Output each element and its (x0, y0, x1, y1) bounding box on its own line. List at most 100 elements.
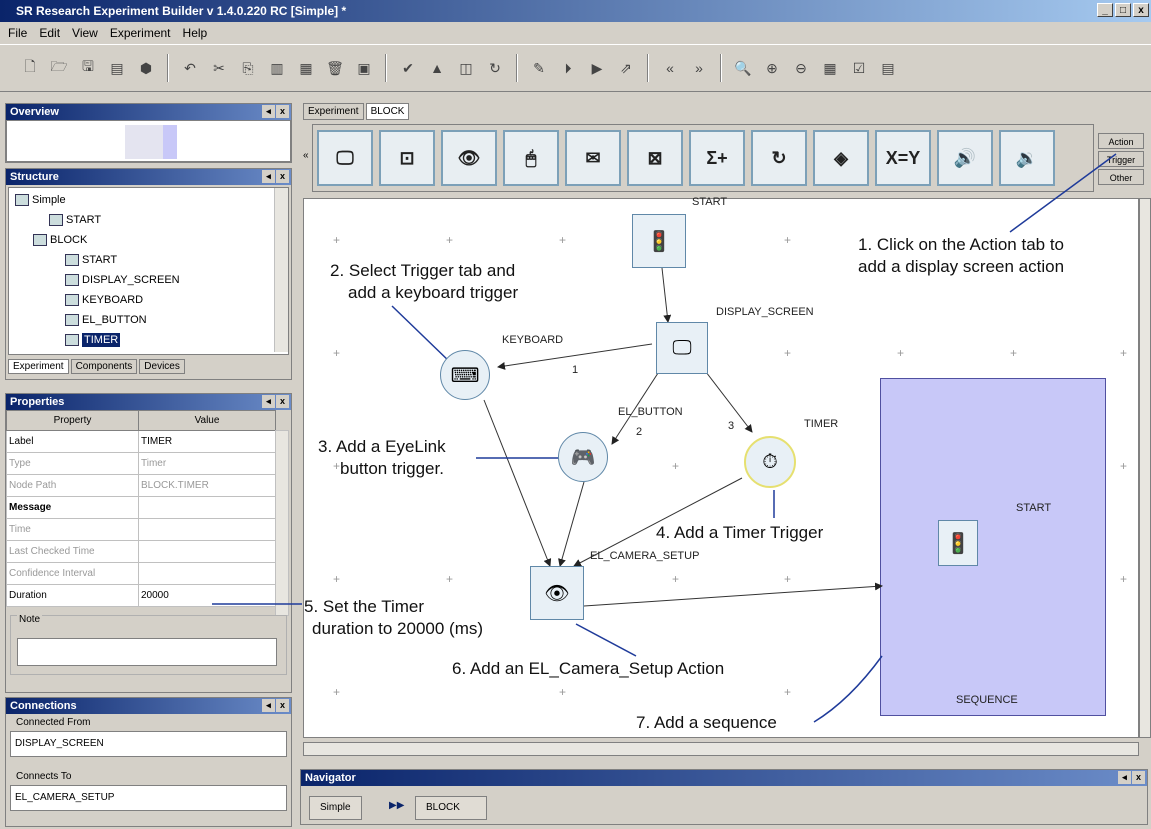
properties-scrollbar[interactable] (275, 430, 289, 616)
back-icon[interactable]: « (658, 56, 682, 80)
navigator-crumb-simple[interactable]: Simple (309, 796, 362, 820)
grid-icon[interactable]: ▦ (818, 56, 842, 80)
minimize-button[interactable]: _ (1097, 3, 1113, 17)
play-sound-icon[interactable]: 🔊 (937, 130, 993, 186)
property-value[interactable]: 20000 (138, 584, 276, 607)
package-icon[interactable]: ⬢ (134, 56, 158, 80)
display-screen-node[interactable]: 🖵 (656, 322, 708, 374)
navigator-crumb-block[interactable]: BLOCK (415, 796, 487, 820)
table-row[interactable]: Type Timer (6, 452, 276, 475)
timer-node[interactable]: ⏱ (744, 436, 796, 488)
error-message-icon[interactable]: ⊠ (627, 130, 683, 186)
mouse-icon[interactable]: 🖱 (503, 130, 559, 186)
play-icon[interactable]: ▶ (585, 56, 609, 80)
tree-item-simple[interactable]: Simple (9, 190, 288, 210)
keyboard-node[interactable]: ⌨ (440, 350, 490, 400)
new-file-icon[interactable]: 🗋 (18, 56, 42, 80)
update-attribute-icon[interactable]: X=Y (875, 130, 931, 186)
connects-to-field[interactable]: EL_CAMERA_SETUP (10, 785, 287, 811)
save-icon[interactable]: 🖫 (76, 56, 100, 80)
tab-devices[interactable]: Devices (139, 359, 185, 374)
tree-item-block[interactable]: BLOCK (9, 230, 288, 250)
tree-item-start[interactable]: START (9, 210, 288, 230)
deploy-icon[interactable]: ⇗ (614, 56, 638, 80)
forward-icon[interactable]: » (687, 56, 711, 80)
tab-experiment-graph[interactable]: Experiment (303, 103, 364, 120)
checklist-icon[interactable]: ☑ (847, 56, 871, 80)
dock-icon[interactable]: ◂ (262, 170, 275, 183)
close-button[interactable]: x (1133, 3, 1149, 17)
tree-item-block-start[interactable]: START (9, 250, 288, 270)
menu-file[interactable]: File (8, 22, 27, 44)
dock-icon[interactable]: ◂ (262, 699, 275, 712)
table-row[interactable]: Time (6, 518, 276, 541)
tree-item-timer[interactable]: TIMER (9, 330, 288, 350)
sequence-node[interactable] (880, 378, 1106, 716)
panel-close-icon[interactable]: x (276, 170, 289, 183)
open-folder-icon[interactable]: 🗁 (47, 56, 71, 80)
delete-icon[interactable]: 🗑 (323, 56, 347, 80)
table-row[interactable]: Duration 20000 (6, 584, 276, 607)
clean-icon[interactable]: ↻ (483, 56, 507, 80)
canvas-horizontal-scrollbar[interactable] (303, 742, 1139, 756)
canvas-vertical-scrollbar[interactable] (1139, 198, 1151, 738)
tab-block-graph[interactable]: BLOCK (365, 103, 410, 120)
paste-icon[interactable]: ▥ (265, 56, 289, 80)
display-screen-icon[interactable]: 🖵 (317, 130, 373, 186)
menu-help[interactable]: Help (183, 22, 208, 44)
tab-action[interactable]: Action (1098, 133, 1144, 149)
property-value[interactable] (138, 496, 276, 519)
property-value[interactable]: TIMER (138, 430, 276, 453)
menu-view[interactable]: View (72, 22, 98, 44)
table-row[interactable]: Label TIMER (6, 430, 276, 453)
dock-icon[interactable]: ◂ (1118, 771, 1131, 784)
menu-experiment[interactable]: Experiment (110, 22, 171, 44)
build-icon[interactable]: ▲ (425, 56, 449, 80)
save-all-icon[interactable]: ▤ (105, 56, 129, 80)
copy-icon[interactable]: ⎘ (236, 56, 260, 80)
tree-item-display-screen[interactable]: DISPLAY_SCREEN (9, 270, 288, 290)
table-row[interactable]: Node Path BLOCK.TIMER (6, 474, 276, 497)
menu-edit[interactable]: Edit (39, 22, 60, 44)
edit-icon[interactable]: ✎ (527, 56, 551, 80)
table-row[interactable]: Last Checked Time (6, 540, 276, 563)
search-icon[interactable]: 🔍 (731, 56, 755, 80)
cut-icon[interactable]: ✂ (207, 56, 231, 80)
panel-close-icon[interactable]: x (276, 395, 289, 408)
accumulator-icon[interactable]: Σ+ (689, 130, 745, 186)
panel-close-icon[interactable]: x (1132, 771, 1145, 784)
tree-scrollbar[interactable] (274, 188, 288, 352)
dock-icon[interactable]: ◂ (262, 105, 275, 118)
tab-other[interactable]: Other (1098, 169, 1144, 185)
panel-close-icon[interactable]: x (276, 699, 289, 712)
el-button-node[interactable]: 🎮 (558, 432, 608, 482)
maximize-button[interactable]: □ (1115, 3, 1131, 17)
note-field[interactable] (17, 638, 277, 666)
dock-icon[interactable]: ◂ (262, 395, 275, 408)
el-camera-setup-node[interactable]: 👁 (530, 566, 584, 620)
zoom-in-icon[interactable]: ⊕ (760, 56, 784, 80)
panel-close-icon[interactable]: x (276, 105, 289, 118)
table-row[interactable]: Message (6, 496, 276, 519)
connected-from-field[interactable]: DISPLAY_SCREEN (10, 731, 287, 757)
drift-correct-icon[interactable]: ⊡ (379, 130, 435, 186)
tree-item-el-button[interactable]: EL_BUTTON (9, 310, 288, 330)
sound-control-icon[interactable]: 🔉 (999, 130, 1055, 186)
tree-item-keyboard[interactable]: KEYBOARD (9, 290, 288, 310)
test-icon[interactable]: ◫ (454, 56, 478, 80)
conditional-icon[interactable]: ◈ (813, 130, 869, 186)
check-icon[interactable]: ✔ (396, 56, 420, 80)
tab-experiment[interactable]: Experiment (8, 359, 69, 374)
start-node[interactable]: 🚦 (632, 214, 686, 268)
sequence-start-node[interactable]: 🚦 (938, 520, 978, 566)
recycle-icon[interactable]: ↻ (751, 130, 807, 186)
send-message-icon[interactable]: ✉ (565, 130, 621, 186)
camera-setup-icon[interactable]: 👁 (441, 130, 497, 186)
run-icon[interactable]: ⏵ (556, 56, 580, 80)
column-header-value[interactable]: Value (138, 410, 276, 431)
undo-icon[interactable]: ↶ (178, 56, 202, 80)
table-row[interactable]: Confidence Interval (6, 562, 276, 585)
paste-special-icon[interactable]: ▦ (294, 56, 318, 80)
layout-icon[interactable]: ▤ (876, 56, 900, 80)
column-header-property[interactable]: Property (6, 410, 139, 431)
